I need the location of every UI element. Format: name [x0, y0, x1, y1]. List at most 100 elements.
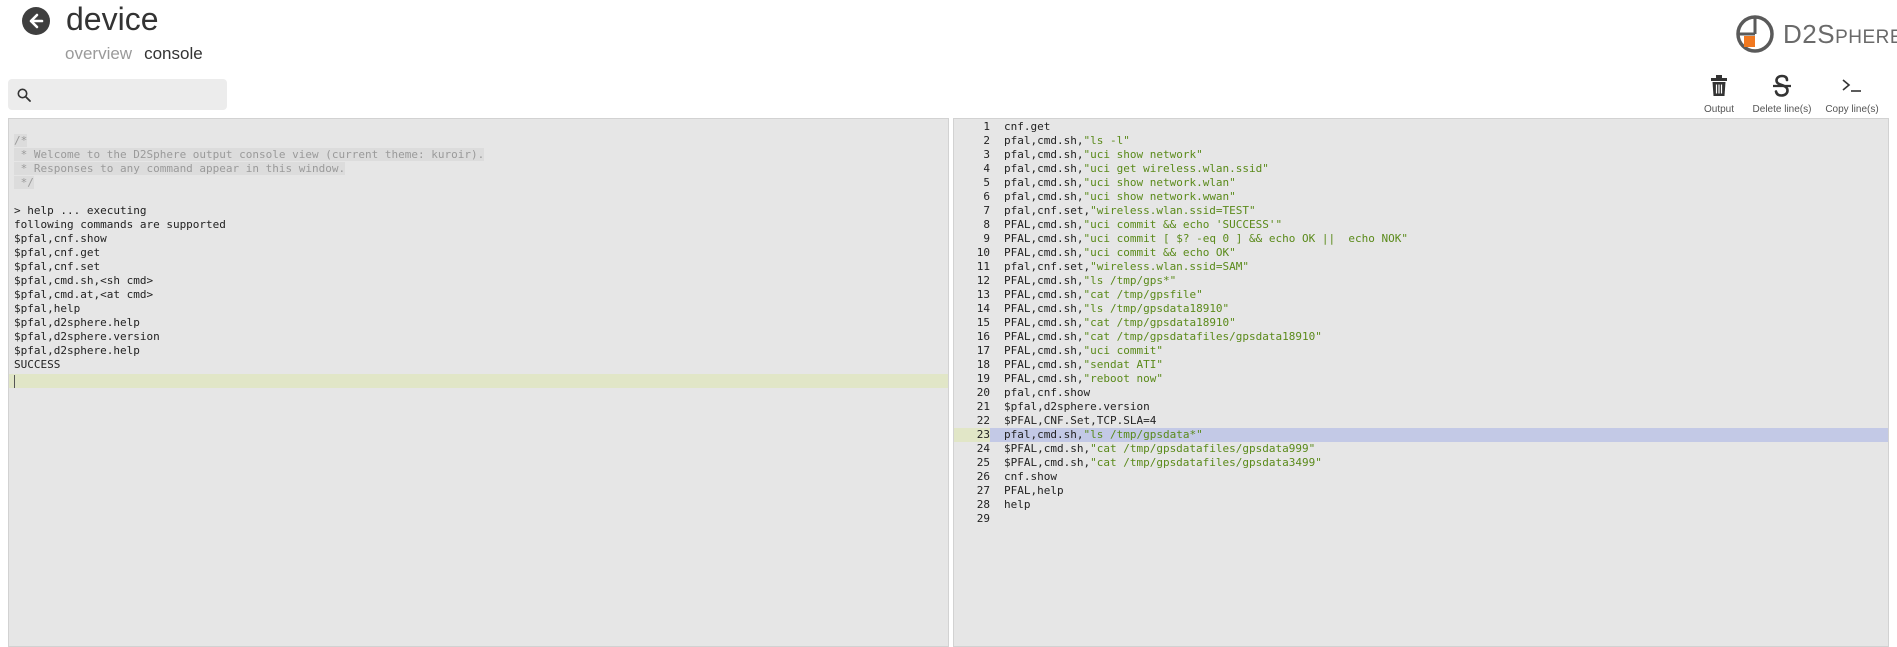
console-output-line: $pfal,cmd.at,<at cmd>	[14, 288, 154, 301]
copy-lines-button[interactable]: Copy line(s)	[1821, 72, 1883, 115]
editor-line[interactable]: 26 cnf.show	[954, 470, 1888, 484]
line-number: 25	[976, 456, 990, 469]
console-output-line: $pfal,help	[14, 302, 81, 315]
code-string: "ls /tmp/gpsdata*"	[1083, 428, 1203, 441]
output-console[interactable]: /* * Welcome to the D2Sphere output cons…	[8, 118, 949, 647]
line-number: 23	[954, 428, 990, 442]
code-command: pfal,cmd.sh,	[1004, 428, 1084, 441]
editor-line[interactable]: 29	[954, 512, 1888, 526]
editor-line[interactable]: 25 $PFAL,cmd.sh,"cat /tmp/gpsdatafiles/gp…	[954, 456, 1888, 470]
line-number: 10	[976, 246, 990, 259]
back-button[interactable]	[22, 7, 50, 35]
code-command: pfal,cmd.sh,	[1004, 134, 1084, 147]
editor-line[interactable]: 13 PFAL,cmd.sh,"cat /tmp/gpsfile"	[954, 288, 1888, 302]
editor-line[interactable]: 24 $PFAL,cmd.sh,"cat /tmp/gpsdatafiles/gp…	[954, 442, 1888, 456]
editor-line[interactable]: 18 PFAL,cmd.sh,"sendat ATI"	[954, 358, 1888, 372]
editor-line[interactable]: 8 PFAL,cmd.sh,"uci commit && echo 'SUCCES…	[954, 218, 1888, 232]
code-command: PFAL,cmd.sh,	[1004, 302, 1084, 315]
editor-line[interactable]: 23 pfal,cmd.sh,"ls /tmp/gpsdata*"	[954, 428, 1888, 442]
editor-line[interactable]: 28 help	[954, 498, 1888, 512]
delete-lines-button[interactable]: Delete line(s)	[1747, 72, 1817, 115]
search-icon	[17, 88, 31, 102]
line-number: 9	[983, 232, 990, 245]
line-number: 24	[976, 442, 990, 455]
editor-line-code: PFAL,cmd.sh,"ls /tmp/gpsdata18910"	[990, 302, 1888, 316]
code-command: $PFAL,cmd.sh,	[1004, 442, 1091, 455]
line-number: 6	[983, 190, 990, 203]
editor-line[interactable]: 14 PFAL,cmd.sh,"ls /tmp/gpsdata18910"	[954, 302, 1888, 316]
copy-lines-label: Copy line(s)	[1825, 104, 1879, 115]
code-string: "uci show network"	[1083, 148, 1203, 161]
editor-line[interactable]: 6 pfal,cmd.sh,"uci show network.wwan"	[954, 190, 1888, 204]
console-comment-line: * Welcome to the D2Sphere output console…	[14, 148, 485, 161]
code-command: pfal,cmd.sh,	[1004, 162, 1084, 175]
view-tabs: overview console	[65, 44, 203, 64]
code-command: pfal,cnf.set,	[1004, 260, 1091, 273]
line-number: 26	[976, 470, 990, 483]
editor-line[interactable]: 12 PFAL,cmd.sh,"ls /tmp/gps*"	[954, 274, 1888, 288]
editor-line[interactable]: 19 PFAL,cmd.sh,"reboot now"	[954, 372, 1888, 386]
editor-line[interactable]: 5 pfal,cmd.sh,"uci show network.wlan"	[954, 176, 1888, 190]
line-number: 14	[976, 302, 990, 315]
code-command: pfal,cnf.show	[1004, 386, 1091, 399]
editor-line[interactable]: 17 PFAL,cmd.sh,"uci commit"	[954, 344, 1888, 358]
code-command: pfal,cmd.sh,	[1004, 190, 1084, 203]
editor-line[interactable]: 7 pfal,cnf.set,"wireless.wlan.ssid=TEST"	[954, 204, 1888, 218]
line-number: 16	[976, 330, 990, 343]
code-command: pfal,cnf.set,	[1004, 204, 1091, 217]
editor-line-code: pfal,cnf.set,"wireless.wlan.ssid=SAM"	[990, 260, 1888, 274]
code-command: $PFAL,cmd.sh,	[1004, 456, 1091, 469]
editor-line[interactable]: 21 $pfal,d2sphere.version	[954, 400, 1888, 414]
editor-line[interactable]: 11 pfal,cnf.set,"wireless.wlan.ssid=SAM"	[954, 260, 1888, 274]
line-number: 19	[976, 372, 990, 385]
page-title: device	[66, 1, 159, 37]
search-input[interactable]	[39, 79, 227, 110]
search-box[interactable]	[8, 79, 227, 110]
line-number: 22	[976, 414, 990, 427]
editor-line[interactable]: 10 PFAL,cmd.sh,"uci commit && echo OK"	[954, 246, 1888, 260]
editor-line[interactable]: 15 PFAL,cmd.sh,"cat /tmp/gpsdata18910"	[954, 316, 1888, 330]
line-number: 1	[983, 120, 990, 133]
editor-line[interactable]: 9 PFAL,cmd.sh,"uci commit [ $? -eq 0 ] &&…	[954, 232, 1888, 246]
delete-lines-label: Delete line(s)	[1752, 104, 1812, 115]
code-command: pfal,cmd.sh,	[1004, 148, 1084, 161]
line-number: 3	[983, 148, 990, 161]
editor-line[interactable]: 4 pfal,cmd.sh,"uci get wireless.wlan.ssid…	[954, 162, 1888, 176]
code-command: PFAL,cmd.sh,	[1004, 246, 1084, 259]
console-output-line: $pfal,cnf.set	[14, 260, 101, 273]
code-command: $pfal,d2sphere.version	[1004, 400, 1150, 413]
editor-line[interactable]: 16 PFAL,cmd.sh,"cat /tmp/gpsdatafiles/gps…	[954, 330, 1888, 344]
output-button[interactable]: Output	[1691, 72, 1747, 115]
editor-line-code: $PFAL,CNF.Set,TCP.SLA=4	[990, 414, 1888, 428]
code-string: "uci get wireless.wlan.ssid"	[1083, 162, 1269, 175]
code-command: help	[1004, 498, 1031, 511]
output-button-label: Output	[1703, 104, 1735, 115]
code-string: "ls /tmp/gps*"	[1083, 274, 1177, 287]
editor-line[interactable]: 2 pfal,cmd.sh,"ls -l"	[954, 134, 1888, 148]
line-number: 12	[976, 274, 990, 287]
line-number: 17	[976, 344, 990, 357]
tab-overview[interactable]: overview	[65, 44, 132, 64]
editor-line[interactable]: 27 PFAL,help	[954, 484, 1888, 498]
code-string: "uci show network.wlan"	[1083, 176, 1236, 189]
line-number: 28	[976, 498, 990, 511]
editor-line[interactable]: 20 pfal,cnf.show	[954, 386, 1888, 400]
editor-line-code: pfal,cmd.sh,"uci show network.wlan"	[990, 176, 1888, 190]
editor-line[interactable]: 3 pfal,cmd.sh,"uci show network"	[954, 148, 1888, 162]
command-editor[interactable]: 1 cnf.get 2 pfal,cmd.sh,"ls -l" 3 pfal,cmd.sh…	[953, 118, 1889, 647]
console-output-line: $pfal,d2sphere.help	[14, 344, 140, 357]
console-output-line: $pfal,cnf.get	[14, 246, 101, 259]
terminal-prompt-icon	[1842, 79, 1861, 92]
editor-line-code: PFAL,cmd.sh,"cat /tmp/gpsfile"	[990, 288, 1888, 302]
editor-line-code: pfal,cmd.sh,"ls /tmp/gpsdata*"	[990, 428, 1888, 442]
editor-line[interactable]: 1 cnf.get	[954, 120, 1888, 134]
code-string: "sendat ATI"	[1083, 358, 1163, 371]
editor-line-code: $pfal,d2sphere.version	[990, 400, 1888, 414]
editor-line[interactable]: 22 $PFAL,CNF.Set,TCP.SLA=4	[954, 414, 1888, 428]
tab-console[interactable]: console	[144, 44, 203, 64]
console-cursor-line[interactable]	[9, 374, 948, 388]
editor-line-code: PFAL,cmd.sh,"uci commit && echo 'SUCCESS…	[990, 218, 1888, 232]
line-number: 5	[983, 176, 990, 189]
editor-line-code: PFAL,cmd.sh,"sendat ATI"	[990, 358, 1888, 372]
editor-line-code: cnf.show	[990, 470, 1888, 484]
